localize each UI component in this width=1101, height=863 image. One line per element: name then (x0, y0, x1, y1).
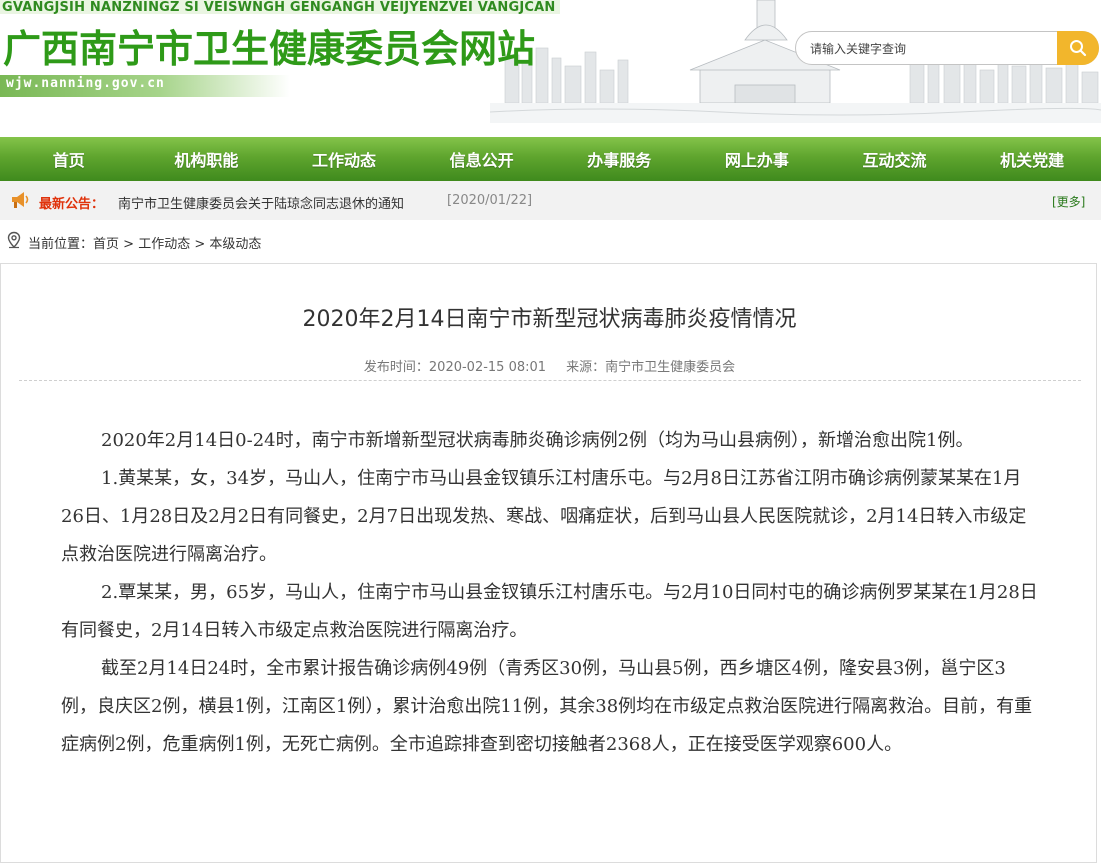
location-pin-icon (7, 231, 21, 249)
article-container: 2020年2月14日南宁市新型冠状病毒肺炎疫情情况 发布时间：2020-02-1… (0, 263, 1097, 863)
magnifier-icon (1070, 40, 1087, 57)
article-source: 来源：南宁市卫生健康委员会 (566, 360, 736, 375)
article-body: 2020年2月14日0-24时，南宁市新增新型冠状病毒肺炎确诊病例2例（均为马山… (61, 422, 1041, 764)
article-publish-time: 发布时间：2020-02-15 08:01 (363, 360, 547, 375)
notice-date: [2020/01/22] (447, 193, 533, 208)
search-input[interactable] (810, 39, 1050, 59)
search-button[interactable] (1057, 31, 1099, 65)
notice-bar: 最新公告： 南宁市卫生健康委员会关于陆琼念同志退休的通知 [2020/01/22… (0, 181, 1101, 220)
article-divider (19, 380, 1081, 381)
breadcrumb: 当前位置：首页 > 工作动态 > 本级动态 (0, 228, 1101, 254)
site-domain: wjw.nanning.gov.cn (6, 76, 165, 91)
article-paragraph: 2020年2月14日0-24时，南宁市新增新型冠状病毒肺炎确诊病例2例（均为马山… (101, 430, 974, 451)
article-paragraph: 1.黄某某，女，34岁，马山人，住南宁市马山县金钗镇乐江村唐乐屯。与2月8日江苏… (61, 468, 1027, 565)
article-paragraph: 2.覃某某，男，65岁，马山人，住南宁市马山县金钗镇乐江村唐乐屯。与2月10日同… (61, 582, 1038, 641)
article-title: 2020年2月14日南宁市新型冠状病毒肺炎疫情情况 (302, 307, 797, 332)
notice-more-link[interactable]: [更多] (1052, 193, 1085, 210)
search-box (795, 31, 1099, 65)
site-subtitle-zhuang: GVANGJSIH NANZNINGZ SI VEISWNGH GENGANGH… (2, 0, 556, 15)
nav-item-home[interactable]: 首页 (0, 137, 138, 181)
breadcrumb-text: 当前位置：首页 > 工作动态 > 本级动态 (28, 233, 261, 252)
nav-item-organization[interactable]: 机构职能 (138, 137, 276, 181)
site-header: GVANGJSIH NANZNINGZ SI VEISWNGH GENGANGH… (0, 0, 1101, 137)
breadcrumb-separator: > (119, 237, 139, 252)
article-paragraph: 截至2月14日24时，全市累计报告确诊病例49例（青秀区30例，马山县5例，西乡… (61, 658, 1033, 755)
breadcrumb-separator: > (190, 237, 210, 252)
site-title[interactable]: 广西南宁市卫生健康委员会网站 (3, 18, 535, 73)
main-nav: 首页 机构职能 工作动态 信息公开 办事服务 网上办事 互动交流 机关党建 (0, 137, 1101, 181)
breadcrumb-item-work-news[interactable]: 工作动态 (138, 237, 190, 252)
breadcrumb-prefix: 当前位置： (28, 237, 94, 252)
article-meta: 发布时间：2020-02-15 08:01 来源：南宁市卫生健康委员会 (1, 356, 1098, 375)
breadcrumb-item-home[interactable]: 首页 (93, 237, 119, 252)
notice-label: 最新公告： (39, 197, 105, 212)
nav-item-interaction[interactable]: 互动交流 (826, 137, 964, 181)
nav-item-online-services[interactable]: 网上办事 (688, 137, 826, 181)
nav-item-services[interactable]: 办事服务 (551, 137, 689, 181)
nav-item-work-news[interactable]: 工作动态 (275, 137, 413, 181)
megaphone-icon (12, 192, 29, 208)
nav-item-info-disclosure[interactable]: 信息公开 (413, 137, 551, 181)
nav-item-party-building[interactable]: 机关党建 (963, 137, 1101, 181)
notice-link[interactable]: 南宁市卫生健康委员会关于陆琼念同志退休的通知 (118, 193, 404, 212)
breadcrumb-item-local-news[interactable]: 本级动态 (209, 237, 261, 252)
